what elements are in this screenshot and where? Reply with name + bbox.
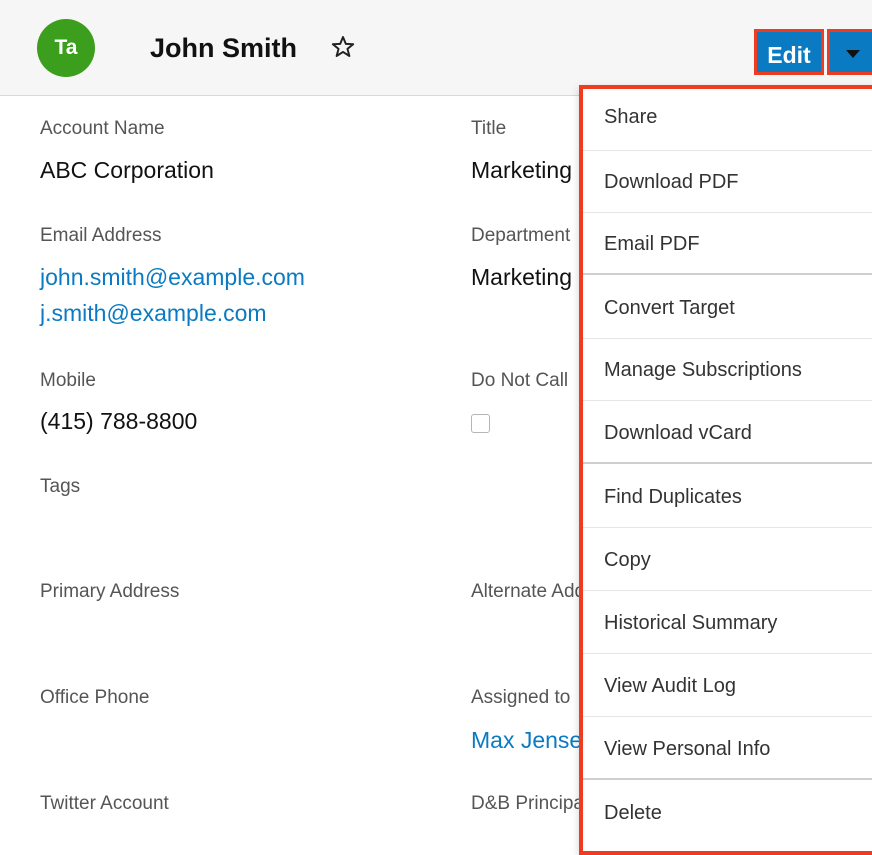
title-label: Title	[471, 118, 507, 139]
edit-button[interactable]: Edit	[754, 29, 824, 75]
menu-item-delete[interactable]: Delete	[583, 782, 872, 844]
menu-item-find-duplicates[interactable]: Find Duplicates	[583, 466, 872, 528]
twitter-account-label: Twitter Account	[40, 793, 169, 814]
do-not-call-label: Do Not Call	[471, 370, 569, 391]
account-name-value: ABC Corporation	[40, 157, 214, 183]
assigned-to-label: Assigned to	[471, 687, 571, 708]
avatar: Ta	[37, 19, 95, 77]
record-header: Ta John Smith Edit	[0, 0, 872, 96]
title-value: Marketing Director	[471, 157, 581, 183]
office-phone-label: Office Phone	[40, 687, 150, 708]
menu-item-view-personal-info[interactable]: View Personal Info	[583, 718, 872, 780]
menu-item-email-pdf[interactable]: Email PDF	[583, 213, 872, 275]
menu-item-manage-subscriptions[interactable]: Manage Subscriptions	[583, 339, 872, 401]
email-link[interactable]: john.smith@example.com	[40, 262, 305, 292]
star-outline-icon[interactable]	[330, 34, 356, 60]
mobile-value: (415) 788-8800	[40, 408, 198, 434]
department-value: Marketing	[471, 264, 572, 290]
alternate-address-label: Alternate Address	[471, 581, 581, 602]
mobile-label: Mobile	[40, 370, 96, 391]
caret-down-icon	[846, 50, 860, 58]
do-not-call-checkbox[interactable]	[471, 414, 490, 433]
record-name: John Smith	[150, 33, 297, 63]
menu-item-convert-target[interactable]: Convert Target	[583, 277, 872, 339]
primary-address-label: Primary Address	[40, 581, 180, 602]
tags-label: Tags	[40, 476, 81, 497]
menu-item-historical-summary[interactable]: Historical Summary	[583, 592, 872, 654]
menu-item-download-vcard[interactable]: Download vCard	[583, 402, 872, 464]
email-address-label: Email Address	[40, 225, 162, 246]
actions-dropdown-button[interactable]	[827, 29, 872, 75]
menu-item-download-pdf[interactable]: Download PDF	[583, 151, 872, 213]
department-label: Department	[471, 225, 571, 246]
dnb-principal-id-label: D&B Principal Id	[471, 793, 581, 814]
menu-item-copy[interactable]: Copy	[583, 529, 872, 591]
account-name-label: Account Name	[40, 118, 165, 139]
actions-dropdown-menu: Share Download PDF Email PDF Convert Tar…	[579, 85, 872, 855]
menu-item-share[interactable]: Share	[583, 89, 872, 151]
email-link[interactable]: j.smith@example.com	[40, 298, 267, 328]
menu-item-view-audit-log[interactable]: View Audit Log	[583, 655, 872, 717]
assigned-to-link[interactable]: Max Jensen	[471, 725, 581, 755]
